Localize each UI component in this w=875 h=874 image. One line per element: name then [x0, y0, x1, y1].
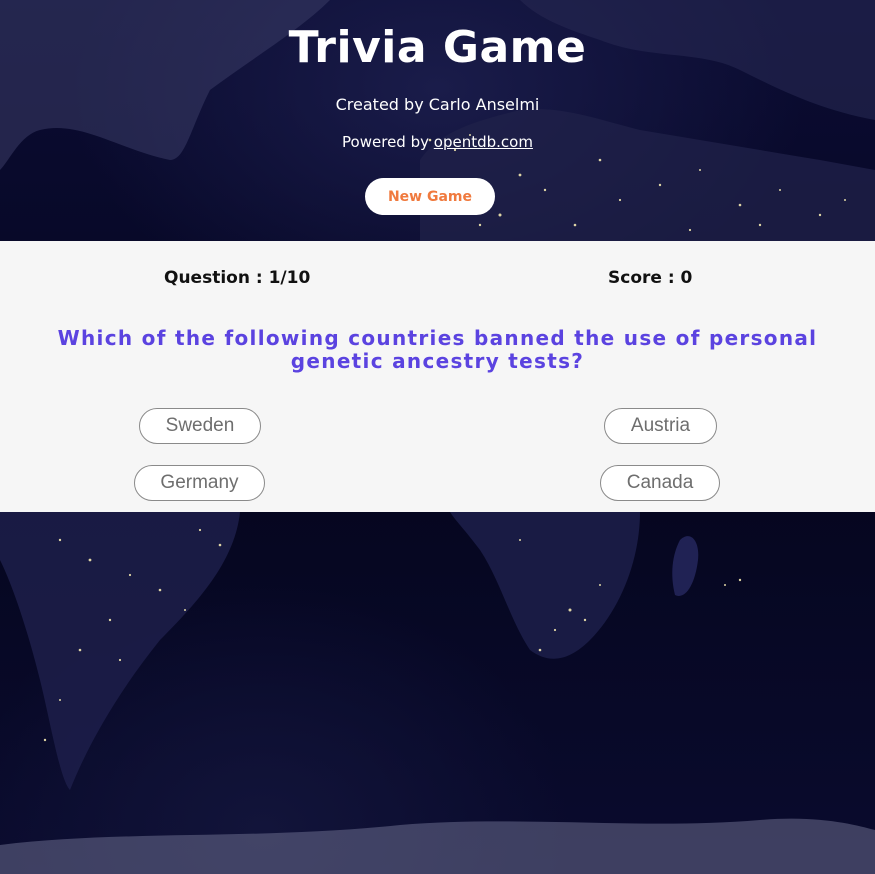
- answer-option[interactable]: Austria: [604, 408, 717, 444]
- author-credit: Created by Carlo Anselmi: [335, 95, 540, 114]
- powered-by-line: Powered by opentdb.com: [0, 133, 875, 151]
- question-text: Which of the following countries banned …: [57, 326, 818, 373]
- powered-by-label: Powered by: [342, 133, 429, 151]
- page-title: Trivia Game: [288, 22, 587, 73]
- header: Trivia Game Created by Carlo Anselmi Pow…: [0, 0, 875, 241]
- answer-option[interactable]: Canada: [600, 465, 720, 501]
- new-game-button[interactable]: New Game: [365, 178, 495, 215]
- score-display: Score : 0: [608, 268, 693, 288]
- answer-option[interactable]: Sweden: [139, 408, 261, 444]
- opentdb-link[interactable]: opentdb.com: [434, 133, 533, 151]
- game-panel: Question : 1/10 Score : 0 Which of the f…: [0, 241, 875, 512]
- answer-option[interactable]: Germany: [134, 465, 265, 501]
- question-counter: Question : 1/10: [164, 268, 311, 288]
